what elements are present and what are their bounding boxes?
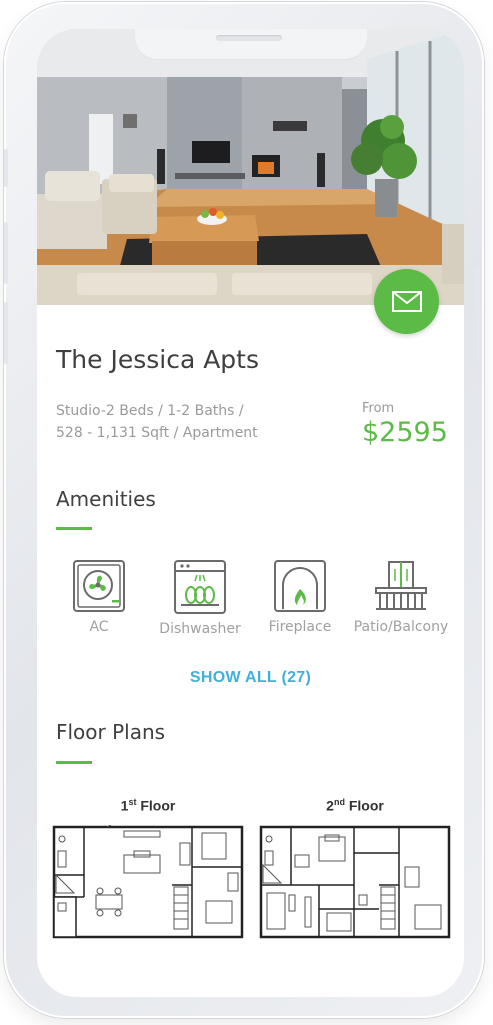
phone-frame: The Jessica Apts Studio-2 Beds / 1-2 Bat… — [4, 2, 484, 1018]
notch — [135, 29, 367, 59]
contact-mail-button[interactable] — [374, 269, 439, 334]
amenity-label-patio-balcony: Patio/Balcony — [353, 619, 449, 635]
listing-price: $2595 — [362, 417, 448, 448]
floor-plan-2nd-drawing — [259, 825, 451, 939]
amenities-heading: Amenities — [56, 487, 156, 511]
floor-plan-1st-drawing — [52, 825, 244, 939]
speaker-grille — [216, 35, 282, 41]
amenity-label-ac: AC — [89, 619, 109, 635]
floor-plans-accent-bar — [56, 761, 92, 764]
ac-icon — [73, 560, 125, 612]
dishwasher-icon — [174, 560, 226, 614]
amenity-fireplace[interactable]: Fireplace — [252, 559, 348, 635]
living-room-photo — [37, 29, 464, 305]
listing-details: Studio-2 Beds / 1-2 Baths / 528 - 1,131 … — [56, 400, 306, 444]
price-prefix: From — [362, 401, 395, 416]
amenity-label-fireplace: Fireplace — [268, 619, 332, 635]
balcony-icon — [375, 561, 427, 610]
amenity-label-dishwasher: Dishwasher — [159, 621, 241, 637]
floor-plan-1st-title: 1st Floor — [120, 797, 176, 814]
phone-screen: The Jessica Apts Studio-2 Beds / 1-2 Bat… — [37, 29, 464, 997]
floor-plans-heading: Floor Plans — [56, 720, 166, 744]
fireplace-icon — [274, 560, 326, 612]
power-button — [475, 267, 480, 363]
amenity-dishwasher[interactable]: Dishwasher — [152, 559, 248, 637]
listing-title: The Jessica Apts — [56, 345, 260, 374]
mute-switch — [4, 149, 8, 187]
amenities-accent-bar — [56, 527, 92, 530]
show-all-amenities-link[interactable]: SHOW ALL (27) — [37, 669, 464, 687]
volume-up-button — [4, 222, 8, 284]
amenity-ac[interactable]: AC — [51, 559, 147, 635]
listing-details-line1: Studio-2 Beds / 1-2 Baths / — [56, 403, 244, 419]
amenity-patio-balcony[interactable]: Patio/Balcony — [353, 559, 449, 635]
mail-icon — [391, 291, 422, 312]
volume-down-button — [4, 302, 8, 364]
listing-details-line2: 528 - 1,131 Sqft / Apartment — [56, 425, 258, 441]
floor-plan-2nd-title: 2nd Floor — [326, 797, 384, 814]
listing-photo[interactable] — [37, 29, 464, 305]
